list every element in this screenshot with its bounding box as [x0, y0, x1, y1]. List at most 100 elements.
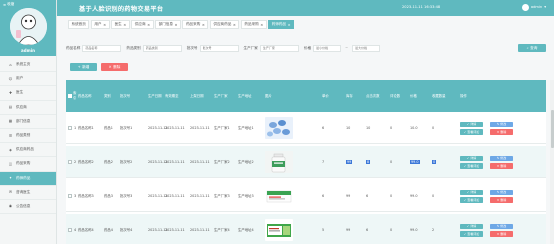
- table-row[interactable]: 2 药品名称2 药品2 批次号2 2023-11-11 2023-11-11 2023-11…: [66, 146, 546, 178]
- column-header[interactable]: 评论数: [390, 80, 410, 112]
- sidebar-item[interactable]: ☰ 药品类别: [0, 129, 56, 144]
- column-header[interactable]: 库存: [346, 80, 366, 112]
- close-icon[interactable]: ×: [174, 23, 177, 27]
- tab[interactable]: 部门信息 ×: [155, 20, 181, 29]
- cell-text: 生产厂家4: [214, 227, 230, 232]
- price-min-input[interactable]: [313, 44, 342, 52]
- tab[interactable]: 系统首页: [68, 20, 90, 29]
- product-image[interactable]: [265, 117, 293, 139]
- row-checkbox[interactable]: [68, 126, 72, 130]
- cell-text: 0: [432, 125, 435, 130]
- row-checkbox[interactable]: [68, 160, 72, 164]
- sidebar-item[interactable]: ⌂ 系统主页: [0, 58, 56, 73]
- tab[interactable]: 药品采购 ×: [240, 20, 267, 29]
- column-header[interactable]: 批次号: [120, 80, 140, 112]
- view-button[interactable]: ✓ 详情: [460, 223, 483, 229]
- product-image[interactable]: [265, 151, 293, 173]
- cell-text: 生产地址2: [238, 159, 254, 164]
- sidebar-item[interactable]: ✚ 医生: [0, 86, 56, 101]
- sidebar-item[interactable]: ▤ 供应商: [0, 101, 56, 115]
- review-button[interactable]: ✓ 查看评论: [460, 197, 483, 203]
- row-checkbox[interactable]: [68, 228, 72, 232]
- op-label: 修改: [500, 224, 507, 229]
- search-button[interactable]: ⌕ 查询: [518, 44, 546, 52]
- tab[interactable]: 用户 ×: [90, 20, 110, 29]
- close-icon[interactable]: ×: [260, 23, 263, 27]
- listed-cell: 2023-11-11: [190, 214, 210, 244]
- batch-input[interactable]: [199, 44, 239, 52]
- close-icon[interactable]: ×: [103, 23, 106, 27]
- sidebar-item[interactable]: ☺ 用户: [0, 72, 56, 87]
- row-delete-button[interactable]: ✕ 删除: [490, 129, 513, 135]
- category-input[interactable]: [142, 44, 182, 52]
- sidebar-item[interactable]: ▦ 部门信息: [0, 115, 56, 129]
- tab[interactable]: 药品采购 ×: [182, 20, 209, 29]
- close-icon[interactable]: ×: [288, 23, 291, 27]
- column-header[interactable]: 图片: [265, 80, 285, 112]
- name-input[interactable]: [82, 44, 122, 52]
- scrollbar-thumb[interactable]: [550, 110, 554, 148]
- edit-button[interactable]: ✎ 修改: [490, 155, 513, 161]
- review-button[interactable]: ✓ 查看评论: [460, 129, 483, 135]
- review-button[interactable]: ✓ 查看评论: [460, 231, 483, 237]
- edit-button[interactable]: ✎ 修改: [490, 189, 513, 195]
- close-icon[interactable]: ×: [202, 23, 205, 27]
- product-image[interactable]: [265, 185, 293, 207]
- check-icon: ✓: [466, 156, 470, 161]
- column-header[interactable]: 价格: [410, 80, 430, 112]
- edit-button[interactable]: ✎ 修改: [490, 223, 513, 229]
- scrollbar-track[interactable]: [550, 80, 554, 244]
- sidebar-item[interactable]: ✦ 药师药品: [0, 171, 56, 186]
- close-icon[interactable]: ×: [123, 23, 126, 27]
- table-row[interactable]: 3 药品名称3 药品3 批次号3 2023-11-11 2023-11-11 2023-11…: [66, 180, 546, 212]
- tab[interactable]: 医生 ×: [111, 20, 130, 29]
- row-delete-button[interactable]: ✕ 删除: [490, 197, 513, 203]
- cell-text: 10: [346, 125, 351, 130]
- sidebar-item[interactable]: ◉ 公告信息: [0, 200, 56, 215]
- cell-text: 99.0: [410, 227, 418, 232]
- cell-text: 药品3: [104, 193, 113, 198]
- table-row[interactable]: 1 药品名称1 药品1 批次号1 2023-11-11 2023-11-11 2023-11…: [66, 112, 546, 144]
- close-icon[interactable]: ×: [233, 23, 236, 27]
- column-header[interactable]: 有效期至: [165, 80, 185, 112]
- delete-button[interactable]: ✕ 删除: [101, 63, 128, 71]
- price-max-input[interactable]: [352, 44, 381, 52]
- sidebar-item[interactable]: ◈ 供应商药品: [0, 143, 56, 158]
- row-checkbox[interactable]: [68, 194, 72, 198]
- view-button[interactable]: ✓ 详情: [460, 121, 483, 127]
- column-header[interactable]: 生产厂家: [214, 80, 234, 112]
- column-header[interactable]: 药品名称: [78, 80, 98, 112]
- supplier-icon: ◈: [9, 147, 12, 152]
- select-all-checkbox[interactable]: [68, 94, 72, 98]
- table-row[interactable]: 4 药品名称4 药品4 批次号4 2023-11-11 2023-11-11 2023-11…: [66, 214, 546, 244]
- name-cell: 药品名称4: [78, 214, 98, 244]
- column-header[interactable]: 生产地址: [238, 80, 258, 112]
- review-button[interactable]: ✓ 查看评论: [460, 163, 483, 169]
- column-header[interactable]: 单价: [322, 80, 342, 112]
- user-menu[interactable]: admin ▾: [521, 3, 546, 11]
- expire-cell: 2023-11-11: [165, 214, 185, 244]
- column-header[interactable]: 收藏数量: [432, 80, 452, 112]
- edit-button[interactable]: ✎ 修改: [490, 121, 513, 127]
- cell-text: 6: [322, 193, 325, 198]
- sidebar-item[interactable]: ◫ 药品采购: [0, 157, 56, 172]
- cell-text: 2023-11-11: [165, 227, 185, 232]
- column-header[interactable]: 点击次数: [366, 80, 386, 112]
- maker-input[interactable]: [259, 44, 299, 52]
- image-cell: [265, 180, 293, 212]
- tab[interactable]: 供应商 ×: [131, 20, 154, 29]
- view-button[interactable]: ✓ 详情: [460, 155, 483, 161]
- collapse-button[interactable]: ≡ 收缩: [3, 2, 14, 7]
- column-header[interactable]: 操作: [460, 80, 480, 112]
- row-delete-button[interactable]: ✕ 删除: [490, 163, 513, 169]
- column-header[interactable]: 上架日期: [190, 80, 210, 112]
- sidebar-item[interactable]: ✉ 咨询医生: [0, 186, 56, 200]
- tab[interactable]: 药师药品 ×: [268, 20, 295, 29]
- add-button[interactable]: + 新增: [70, 63, 97, 71]
- product-image[interactable]: [265, 219, 293, 241]
- checkbox-cell: [68, 180, 72, 212]
- tab[interactable]: 供应商药品 ×: [209, 20, 240, 29]
- view-button[interactable]: ✓ 详情: [460, 189, 483, 195]
- close-icon[interactable]: ×: [147, 23, 150, 27]
- row-delete-button[interactable]: ✕ 删除: [490, 231, 513, 237]
